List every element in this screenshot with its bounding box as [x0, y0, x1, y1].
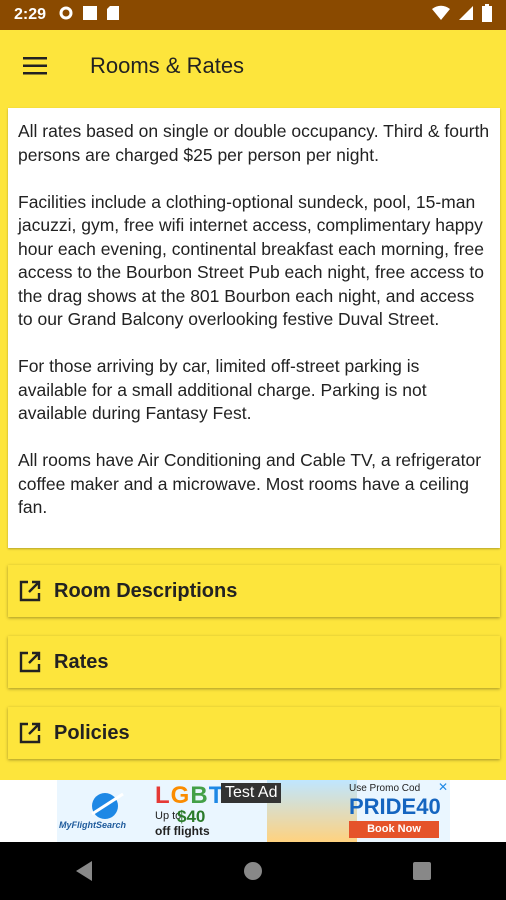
room-descriptions-label: Room Descriptions: [54, 579, 238, 602]
ad-test-label: Test Ad: [221, 783, 282, 803]
ad-off-flights: off flights: [155, 824, 210, 838]
system-nav-bar: [0, 842, 506, 900]
ad-headline-letter: B: [190, 782, 209, 809]
open-in-new-icon: [18, 650, 42, 674]
ad-banner: MyFlightSearch LGBT Up to $40 off flight…: [0, 780, 506, 842]
signal-icon: [458, 5, 474, 26]
ad-brand: MyFlightSearch: [59, 820, 127, 830]
ad-headline-letter: L: [155, 782, 171, 809]
page-title: Rooms & Rates: [90, 53, 245, 78]
ad-headline-letter: G: [170, 782, 191, 809]
rates-button[interactable]: Rates: [8, 636, 500, 688]
rates-label: Rates: [54, 650, 109, 673]
open-in-new-icon: [18, 721, 42, 745]
square-icon: [82, 5, 98, 26]
rates-info-card: All rates based on single or double occu…: [8, 108, 500, 548]
ad-creative[interactable]: MyFlightSearch LGBT Up to $40 off flight…: [57, 780, 450, 842]
gear-icon: [58, 5, 74, 26]
back-triangle-icon[interactable]: [54, 842, 114, 900]
open-in-new-icon: [18, 579, 42, 603]
status-bar: 2:29: [0, 0, 506, 30]
ad-close-icon[interactable]: ✕: [438, 781, 450, 793]
wifi-icon: [432, 5, 450, 26]
battery-icon: [482, 3, 492, 27]
occupancy-paragraph: All rates based on single or double occu…: [18, 121, 490, 165]
ad-promo-code: PRIDE40: [349, 794, 441, 819]
ad-promo-label: Use Promo Cod: [349, 783, 421, 794]
policies-button[interactable]: Policies: [8, 707, 500, 759]
room-descriptions-button[interactable]: Room Descriptions: [8, 565, 500, 617]
ad-headline: LGBT: [155, 782, 224, 810]
ad-book-now-button[interactable]: Book Now: [349, 821, 439, 838]
app-bar: Rooms & Rates: [0, 30, 506, 102]
policies-label: Policies: [54, 721, 130, 744]
amenities-paragraph: All rooms have Air Conditioning and Cabl…: [18, 450, 482, 517]
recents-square-icon[interactable]: [392, 842, 452, 900]
hamburger-menu-icon[interactable]: [0, 30, 70, 102]
home-circle-icon[interactable]: [223, 842, 283, 900]
facilities-paragraph: Facilities include a clothing-optional s…: [18, 191, 484, 330]
parking-paragraph: For those arriving by car, limited off-s…: [18, 356, 427, 423]
globe-logo-icon: [59, 784, 155, 840]
sd-card-icon: [106, 5, 120, 26]
status-time: 2:29: [14, 6, 47, 23]
